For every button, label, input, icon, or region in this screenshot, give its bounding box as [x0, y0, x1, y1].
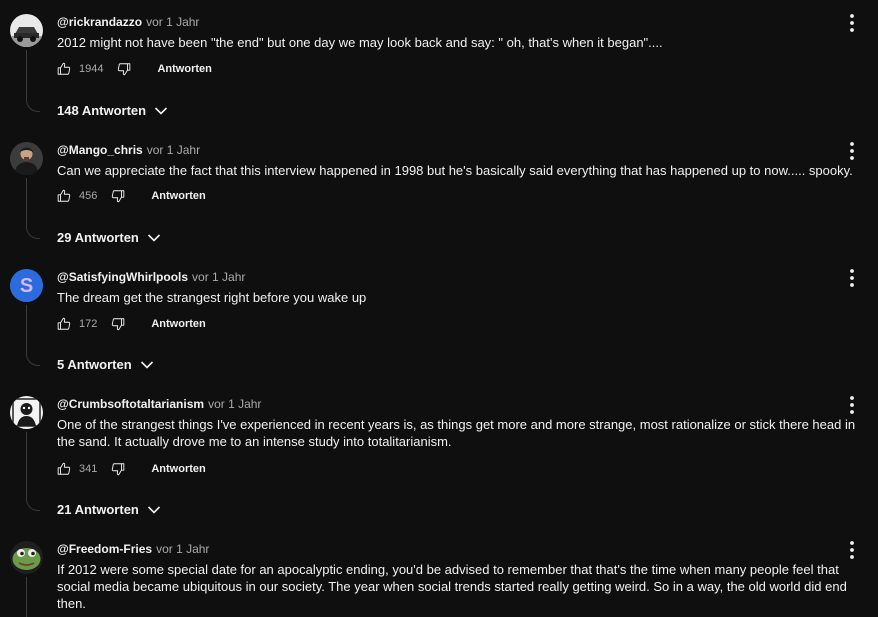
comment-text: If 2012 were some special date for an ap… — [57, 562, 847, 611]
comment-time[interactable]: vor 1 Jahr — [208, 397, 261, 411]
view-replies-button[interactable]: 29 Antworten — [57, 230, 161, 245]
thumb-up-icon — [57, 317, 71, 330]
more-options-button[interactable] — [845, 395, 859, 415]
more-vert-icon — [850, 14, 854, 32]
dislike-button[interactable] — [111, 317, 125, 331]
thread-line — [26, 432, 40, 511]
comment-header: @Crumbsoftotaltarianism vor 1 Jahr — [57, 397, 261, 411]
thread-line — [26, 178, 40, 239]
reply-button[interactable]: Antworten — [151, 318, 205, 330]
like-count: 456 — [79, 190, 98, 202]
avatar[interactable] — [10, 541, 43, 574]
person-photo-avatar-icon — [10, 142, 43, 175]
chevron-down-icon — [140, 360, 153, 369]
comment-header: @Freedom-Fries vor 1 Jahr — [57, 542, 209, 556]
thumb-down-icon — [112, 318, 125, 331]
more-vert-icon — [850, 396, 854, 414]
author-name[interactable]: @rickrandazzo — [57, 15, 142, 29]
reply-button[interactable]: Antworten — [151, 190, 205, 202]
thumb-up-icon — [57, 189, 71, 202]
portrait-sketch-avatar-icon — [10, 396, 43, 429]
comment-header: @rickrandazzo vor 1 Jahr — [57, 15, 199, 29]
like-count: 341 — [79, 463, 98, 475]
more-vert-icon — [850, 142, 854, 160]
thumb-down-icon — [112, 190, 125, 203]
thread-line — [26, 577, 40, 617]
comment-time[interactable]: vor 1 Jahr — [156, 542, 209, 556]
frog-avatar-icon — [10, 541, 43, 574]
like-button[interactable]: 172 — [57, 317, 97, 331]
avatar[interactable] — [10, 142, 43, 175]
author-name[interactable]: @Mango_chris — [57, 143, 143, 157]
replies-count: 29 Antworten — [57, 230, 139, 245]
comment-actions: 341 Antworten — [57, 459, 206, 479]
dislike-button[interactable] — [117, 62, 131, 76]
author-name[interactable]: @Crumbsoftotaltarianism — [57, 397, 204, 411]
comment-text: The dream get the strangest right before… — [57, 290, 367, 305]
replies-count: 148 Antworten — [57, 103, 147, 118]
thumb-down-icon — [112, 463, 125, 476]
comment-actions: 172 Antworten — [57, 314, 206, 334]
chevron-down-icon — [147, 505, 160, 514]
thumb-up-icon — [57, 462, 71, 475]
like-button[interactable]: 1944 — [57, 62, 103, 76]
dislike-button[interactable] — [111, 462, 125, 476]
comment-actions: 1944 Antworten — [57, 59, 212, 79]
comment-actions: 456 Antworten — [57, 186, 206, 206]
replies-count: 5 Antworten — [57, 357, 132, 372]
view-replies-button[interactable]: 148 Antworten — [57, 103, 168, 118]
comment-time[interactable]: vor 1 Jahr — [192, 270, 245, 284]
more-options-button[interactable] — [845, 13, 859, 33]
comment-header: @SatisfyingWhirlpools vor 1 Jahr — [57, 270, 245, 284]
avatar-letter: S — [20, 275, 33, 297]
more-vert-icon — [850, 269, 854, 287]
letter-s-avatar-icon: S — [10, 269, 43, 302]
replies-count: 21 Antworten — [57, 502, 139, 517]
more-vert-icon — [850, 541, 854, 559]
avatar[interactable] — [10, 14, 43, 47]
avatar[interactable] — [10, 396, 43, 429]
thread-line — [26, 50, 40, 112]
more-options-button[interactable] — [845, 540, 859, 560]
like-count: 1944 — [79, 63, 104, 75]
chevron-down-icon — [155, 106, 168, 115]
comment-time[interactable]: vor 1 Jahr — [147, 143, 200, 157]
dislike-button[interactable] — [111, 189, 125, 203]
avatar[interactable]: S — [10, 269, 43, 302]
view-replies-button[interactable]: 21 Antworten — [57, 502, 161, 517]
author-name[interactable]: @SatisfyingWhirlpools — [57, 270, 188, 284]
comment-text: 2012 might not have been "the end" but o… — [57, 35, 663, 50]
view-replies-button[interactable]: 5 Antworten — [57, 357, 154, 372]
comment-text: One of the strangest things I've experie… — [57, 417, 856, 449]
reply-button[interactable]: Antworten — [157, 63, 211, 75]
comment-text: Can we appreciate the fact that this int… — [57, 163, 853, 178]
more-options-button[interactable] — [845, 141, 859, 161]
author-name[interactable]: @Freedom-Fries — [57, 542, 152, 556]
thumb-up-icon — [57, 62, 71, 75]
thread-line — [26, 305, 40, 366]
like-button[interactable]: 341 — [57, 462, 97, 476]
more-options-button[interactable] — [845, 268, 859, 288]
like-count: 172 — [79, 318, 98, 330]
comment-time[interactable]: vor 1 Jahr — [146, 15, 199, 29]
chevron-down-icon — [147, 233, 160, 242]
thumb-down-icon — [118, 63, 131, 76]
comment-header: @Mango_chris vor 1 Jahr — [57, 143, 200, 157]
reply-button[interactable]: Antworten — [151, 463, 205, 475]
car-photo-avatar-icon — [10, 14, 43, 47]
like-button[interactable]: 456 — [57, 189, 97, 203]
